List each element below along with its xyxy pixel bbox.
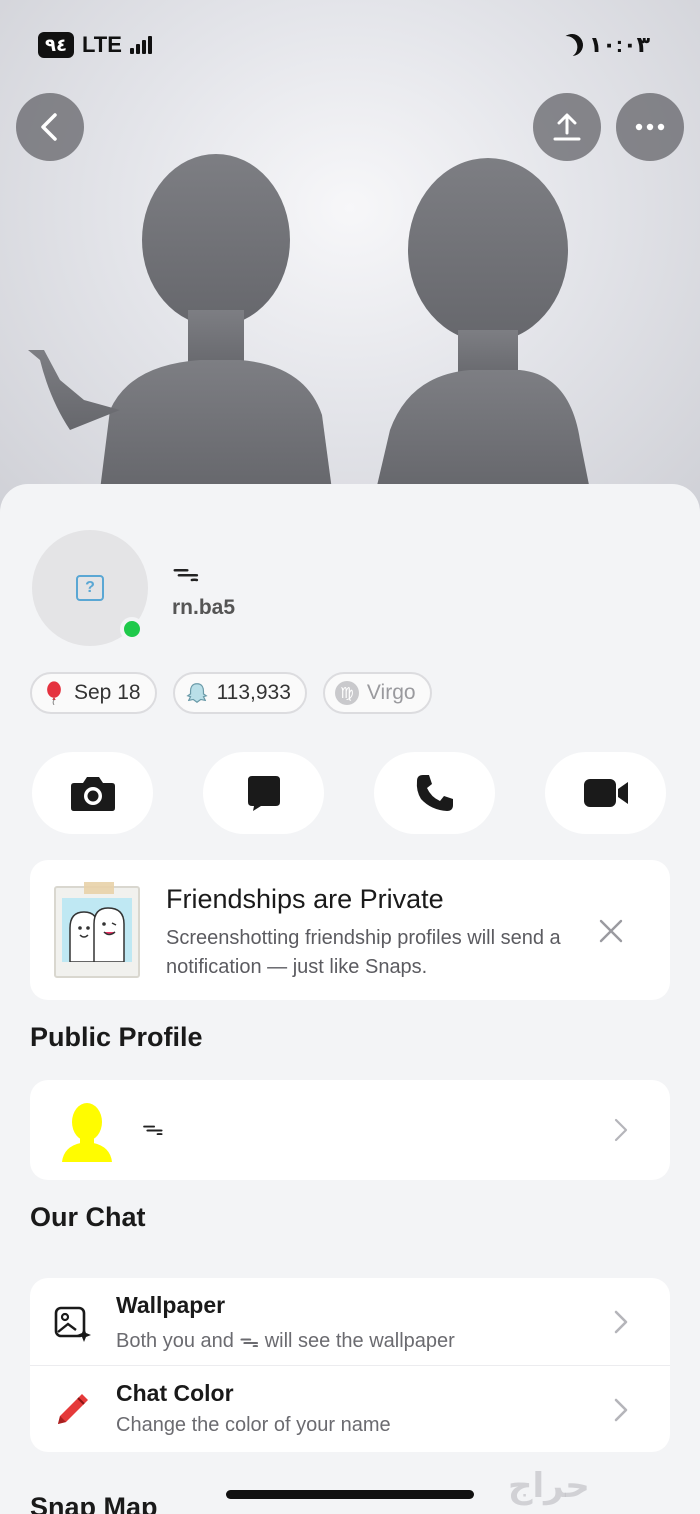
- crayon-icon: [58, 1394, 88, 1424]
- our-chat-heading: Our Chat: [30, 1202, 146, 1232]
- profile-hero: ٩٤ LTE ١٠:٠٣: [0, 0, 700, 520]
- zodiac-chip[interactable]: ♍ Virgo: [322, 672, 432, 714]
- chat-color-row[interactable]: Chat Color Change the color of your name: [30, 1365, 670, 1452]
- username: rn.ba5: [172, 596, 236, 619]
- profile-sheet: ? ᯓ rn.ba5 Sep 18 113,933 ♍ Virgo Friend…: [0, 484, 700, 1514]
- birthday-chip[interactable]: Sep 18: [30, 672, 157, 714]
- moon-icon: [558, 31, 586, 59]
- more-dots-icon: [635, 123, 665, 131]
- network-label: LTE: [81, 32, 122, 57]
- back-button[interactable]: [16, 93, 84, 161]
- wallpaper-subtitle: Both you and ᯓ will see the wallpaper: [116, 1330, 455, 1352]
- chevron-right-icon: [614, 1398, 628, 1422]
- ghost-icon: [185, 683, 208, 703]
- close-icon[interactable]: [598, 918, 624, 944]
- zodiac-label: Virgo: [366, 681, 416, 704]
- chat-color-title: Chat Color: [116, 1380, 234, 1406]
- profile-chips: Sep 18 113,933 ♍ Virgo: [30, 672, 432, 714]
- birthday-label: Sep 18: [74, 681, 141, 704]
- chat-button[interactable]: [203, 752, 324, 834]
- question-icon: ?: [76, 575, 104, 601]
- video-call-button[interactable]: [545, 752, 666, 834]
- public-profile-row[interactable]: ᯓ: [30, 1080, 670, 1180]
- bitmoji-placeholder-icon: [62, 1103, 112, 1162]
- status-left: ٩٤ LTE: [38, 32, 152, 58]
- clock: ١٠:٠٣: [588, 32, 650, 57]
- snapscore-chip[interactable]: 113,933: [172, 672, 307, 714]
- quick-actions: [32, 752, 666, 834]
- haraj-watermark: حراج: [508, 1467, 590, 1505]
- camera-icon: [70, 777, 115, 811]
- home-indicator[interactable]: [226, 1490, 474, 1499]
- virgo-icon: ♍: [334, 681, 359, 705]
- camera-button[interactable]: [32, 752, 153, 834]
- private-notice-text: Screenshotting friendship profiles will …: [166, 927, 561, 978]
- share-button[interactable]: [533, 93, 601, 161]
- chat-color-subtitle: Change the color of your name: [116, 1414, 391, 1436]
- status-right: ١٠:٠٣: [561, 32, 650, 58]
- friends-silhouettes: [28, 154, 590, 490]
- tape-decoration: [84, 882, 114, 894]
- online-status-dot: [120, 617, 144, 641]
- wallpaper-icon: [54, 1306, 91, 1342]
- video-icon: [583, 779, 628, 807]
- public-profile-heading: Public Profile: [30, 1022, 203, 1052]
- chat-icon: [247, 776, 280, 811]
- battery-indicator: ٩٤: [38, 32, 74, 58]
- friendship-private-notice: Friendships are Private Screenshotting f…: [30, 860, 670, 1000]
- wallpaper-title: Wallpaper: [116, 1292, 226, 1318]
- snap-map-heading: Snap Map: [30, 1492, 158, 1514]
- friendship-polaroid-illustration: [54, 882, 140, 978]
- status-bar: ٩٤ LTE ١٠:٠٣: [0, 0, 700, 90]
- public-profile-name: ᯓ: [142, 1115, 164, 1140]
- private-notice-title: Friendships are Private: [166, 884, 444, 914]
- snapscore-label: 113,933: [216, 681, 291, 704]
- chevron-right-icon: [614, 1118, 628, 1142]
- our-chat-card: Wallpaper Both you and ᯓ will see the wa…: [30, 1278, 670, 1452]
- chevron-right-icon: [614, 1310, 628, 1334]
- balloon-icon: [47, 681, 61, 705]
- signal-icon: [129, 36, 152, 54]
- upload-icon: [553, 113, 581, 141]
- more-button[interactable]: [616, 93, 684, 161]
- wallpaper-row[interactable]: Wallpaper Both you and ᯓ will see the wa…: [30, 1278, 670, 1365]
- ghosts-illustration: [69, 907, 125, 962]
- chevron-left-icon: [41, 113, 57, 141]
- call-button[interactable]: [374, 752, 495, 834]
- polaroid-photo: [62, 898, 132, 962]
- display-name: ᯓ: [172, 556, 200, 587]
- phone-icon: [416, 775, 453, 811]
